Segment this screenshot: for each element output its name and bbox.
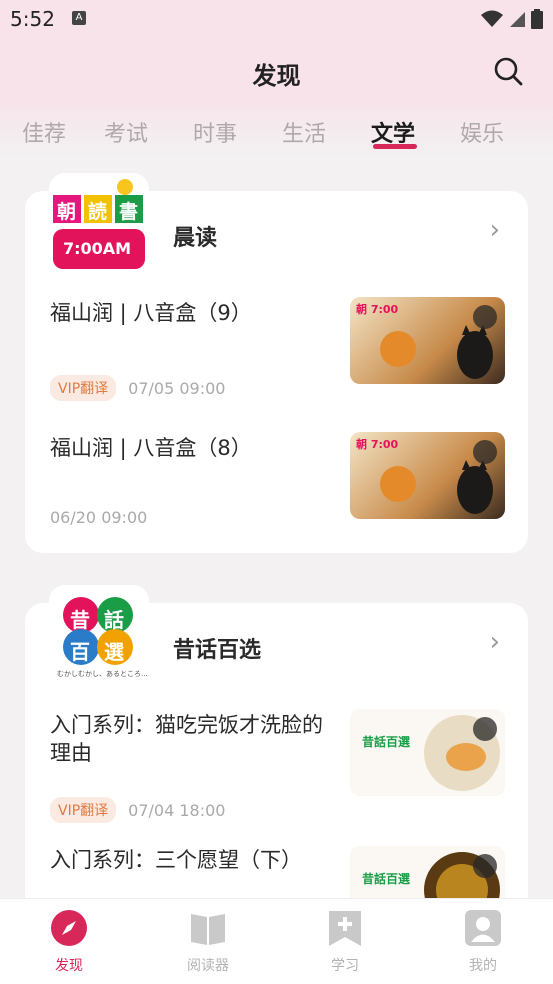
book-icon <box>191 914 225 945</box>
headphone-icon <box>473 440 497 464</box>
section-title[interactable]: 昔话百选 <box>173 632 261 664</box>
headphone-icon <box>473 305 497 329</box>
item-date: 06/20 09:00 <box>50 508 148 527</box>
status-bar: 5:52 A <box>0 0 553 38</box>
logo-char-sho: 書 <box>119 201 139 223</box>
section-card-morning-reading: 朝 読 書 7:00AM 晨读 › 福山润 | 八音盒（9） VIP翻译 07/… <box>25 173 528 553</box>
item-title: 入门系列：三个愿望（下） <box>50 848 302 872</box>
item-title: 入门系列：猫吃完饭才洗脸的理由 <box>50 713 323 765</box>
thumbnail-text: 昔話百選 <box>362 872 411 886</box>
logo-char-doku: 読 <box>88 201 108 223</box>
nav-label: 学习 <box>331 958 359 974</box>
status-icons <box>481 9 543 29</box>
item-date: 07/05 09:00 <box>128 378 226 398</box>
top-bar: 发现 <box>0 38 553 106</box>
nav-label: 阅读器 <box>187 958 229 974</box>
notification-icon: A <box>72 11 86 25</box>
item-thumbnail: 朝 7:00 <box>350 297 505 384</box>
list-item[interactable]: 福山润 | 八音盒（8） 06/20 09:00 朝 7:00 <box>50 432 505 534</box>
battery-icon <box>531 9 543 29</box>
item-title: 福山润 | 八音盒（9） <box>50 301 252 325</box>
item-thumbnail: 昔話百選 <box>350 709 505 796</box>
wifi-icon <box>481 10 503 27</box>
morning-reading-logo[interactable]: 朝 読 書 7:00AM <box>49 173 149 273</box>
logo-char-hyaku: 百 <box>70 640 90 664</box>
vip-translation-badge: VIP翻译 <box>50 375 117 401</box>
tab-entertainment[interactable]: 娱乐 <box>460 116 504 148</box>
active-tab-indicator <box>373 144 417 149</box>
logo-char-hanashi: 話 <box>104 608 124 632</box>
thumbnail-text: 朝 7:00 <box>356 303 399 316</box>
item-meta: VIP翻译 07/04 18:00 <box>50 797 225 823</box>
chevron-right-icon[interactable]: › <box>490 627 500 657</box>
logo-char-sen: 選 <box>104 640 124 664</box>
list-item[interactable]: 福山润 | 八音盒（9） VIP翻译 07/05 09:00 朝 7:00 <box>50 297 505 401</box>
item-meta: 06/20 09:00 <box>50 508 147 527</box>
thumbnail-text: 昔話百選 <box>362 735 411 749</box>
bookmark-plus-icon <box>329 911 361 946</box>
tab-life[interactable]: 生活 <box>282 116 326 148</box>
tab-featured[interactable]: 佳荐 <box>22 116 66 148</box>
nav-study[interactable]: 学习 <box>305 909 385 975</box>
list-item[interactable]: 入门系列：猫吃完饭才洗脸的理由 VIP翻译 07/04 18:00 昔話百選 <box>50 709 505 823</box>
item-thumbnail: 昔話百選 <box>350 846 505 898</box>
page-title: 发现 <box>252 62 301 90</box>
headphone-icon <box>473 717 497 741</box>
nav-reader[interactable]: 阅读器 <box>168 909 248 975</box>
item-title: 福山润 | 八音盒（8） <box>50 436 252 460</box>
tab-news[interactable]: 时事 <box>193 116 237 148</box>
nav-discover[interactable]: 发现 <box>29 909 109 975</box>
signal-icon <box>510 12 525 27</box>
vip-translation-badge: VIP翻译 <box>50 797 117 823</box>
list-item[interactable]: 入门系列：三个愿望（下） 昔話百選 <box>50 846 505 898</box>
item-meta: VIP翻译 07/05 09:00 <box>50 375 225 401</box>
logo-char-mukashi: 昔 <box>70 608 90 632</box>
nav-label: 发现 <box>55 958 83 974</box>
search-icon[interactable] <box>493 56 525 88</box>
tab-exam[interactable]: 考试 <box>104 116 148 148</box>
logo-char-asa: 朝 <box>57 201 77 223</box>
logo-time: 7:00AM <box>63 239 132 258</box>
nav-mine[interactable]: 我的 <box>443 909 523 975</box>
section-title[interactable]: 晨读 <box>173 220 217 252</box>
status-time: 5:52 <box>10 7 55 31</box>
folktales-logo[interactable]: 昔 話 百 選 むかしむかし、あるところ... <box>49 585 149 685</box>
headphone-icon <box>473 854 497 878</box>
item-date: 07/04 18:00 <box>128 800 226 820</box>
nav-label: 我的 <box>469 958 497 974</box>
compass-icon <box>51 910 87 946</box>
user-icon <box>465 910 501 946</box>
logo-caption: むかしむかし、あるところ... <box>57 670 148 678</box>
bottom-nav: 发现 阅读器 学习 我的 <box>0 898 553 984</box>
thumbnail-text: 朝 7:00 <box>356 438 399 451</box>
chevron-right-icon[interactable]: › <box>490 215 500 245</box>
category-tabs: 佳荐 考试 时事 生活 文学 娱乐 <box>0 106 553 158</box>
item-thumbnail: 朝 7:00 <box>350 432 505 519</box>
